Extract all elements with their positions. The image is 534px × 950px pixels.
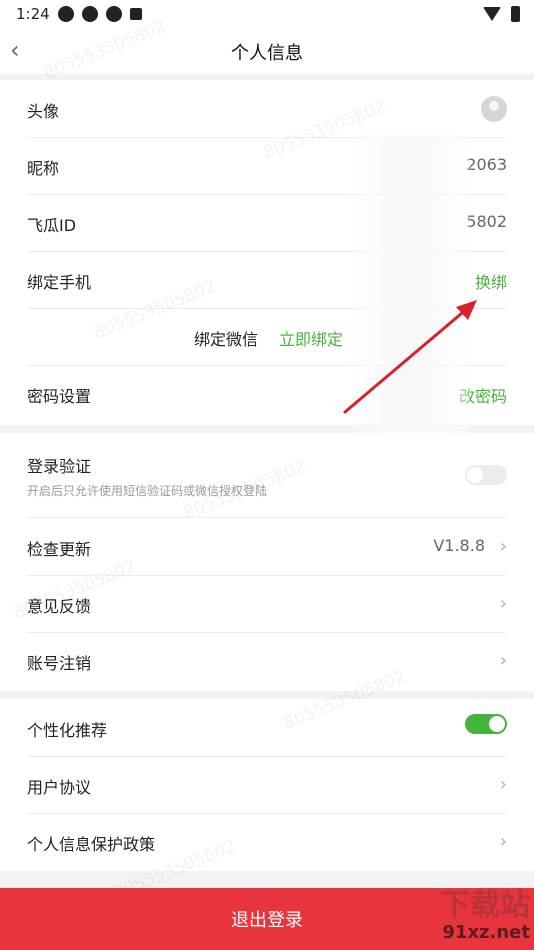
personalized-toggle[interactable] [465, 714, 507, 734]
rebind-phone-link[interactable]: 换绑 [475, 269, 507, 293]
brand-name: 下载站 [440, 888, 530, 923]
chevron-right-icon: › [499, 774, 507, 795]
redaction-blur [350, 135, 470, 435]
nickname-value: 2063 [466, 155, 507, 174]
site-watermark-logo: 下载站 91xz.net [440, 888, 530, 944]
privacy-policy-row[interactable]: 个人信息保护政策 › [27, 813, 507, 870]
battery-icon [511, 6, 520, 22]
id-label: 飞瓜ID [27, 216, 77, 235]
security-card: 登录验证 开启后只允许使用短信验证码或微信授权登陆 检查更新 V1.8.8 › … [0, 433, 534, 691]
wechat-label: 绑定微信 [194, 330, 259, 349]
personalized-label: 个性化推荐 [27, 721, 108, 740]
privacy-card: 个性化推荐 用户协议 › 个人信息保护政策 › [0, 699, 534, 871]
personalized-row: 个性化推荐 [27, 699, 507, 757]
version-value: V1.8.8 [433, 536, 485, 555]
app-notification-icon [58, 6, 74, 22]
wifi-icon [483, 7, 501, 21]
bind-wechat-link[interactable]: 立即绑定 [279, 326, 343, 350]
status-bar: 1:24 [0, 0, 534, 28]
feedback-row[interactable]: 意见反馈 › [27, 575, 507, 633]
page-title: 个人信息 [231, 43, 303, 64]
chevron-right-icon: › [499, 831, 507, 852]
user-agreement-row[interactable]: 用户协议 › [27, 756, 507, 814]
login-verify-desc: 开启后只允许使用短信验证码或微信授权登陆 [27, 484, 268, 498]
cancel-account-label: 账号注销 [27, 654, 92, 673]
chevron-right-icon: › [499, 593, 507, 614]
app-notification-icon [106, 6, 122, 22]
password-label: 密码设置 [27, 387, 92, 406]
login-verify-row: 登录验证 开启后只允许使用短信验证码或微信授权登陆 [27, 433, 507, 518]
logout-label: 退出登录 [231, 910, 303, 931]
toggle-knob [467, 467, 483, 483]
avatar-row[interactable]: 头像 [27, 80, 507, 138]
a-notification-icon [130, 8, 142, 20]
nickname-label: 昵称 [27, 159, 60, 178]
app-notification-icon [82, 6, 98, 22]
cancel-account-row[interactable]: 账号注销 › [27, 632, 507, 689]
toggle-knob [489, 716, 505, 732]
phone-label: 绑定手机 [27, 273, 92, 292]
brand-domain: 91xz.net [442, 922, 530, 943]
check-update-row[interactable]: 检查更新 V1.8.8 › [27, 518, 507, 576]
feedback-label: 意见反馈 [27, 597, 92, 616]
user-agreement-label: 用户协议 [27, 778, 92, 797]
avatar-icon[interactable] [481, 96, 507, 122]
id-value: 5802 [466, 212, 507, 231]
chevron-right-icon: › [499, 536, 507, 557]
login-verify-toggle[interactable] [465, 465, 507, 485]
status-time: 1:24 [16, 5, 50, 23]
notification-icons [58, 6, 142, 22]
avatar-label: 头像 [27, 102, 60, 121]
check-update-label: 检查更新 [27, 540, 92, 559]
login-verify-label: 登录验证 [27, 457, 92, 476]
privacy-policy-label: 个人信息保护政策 [27, 835, 156, 854]
page-header: ‹ 个人信息 [0, 28, 534, 74]
chevron-right-icon: › [499, 650, 507, 671]
